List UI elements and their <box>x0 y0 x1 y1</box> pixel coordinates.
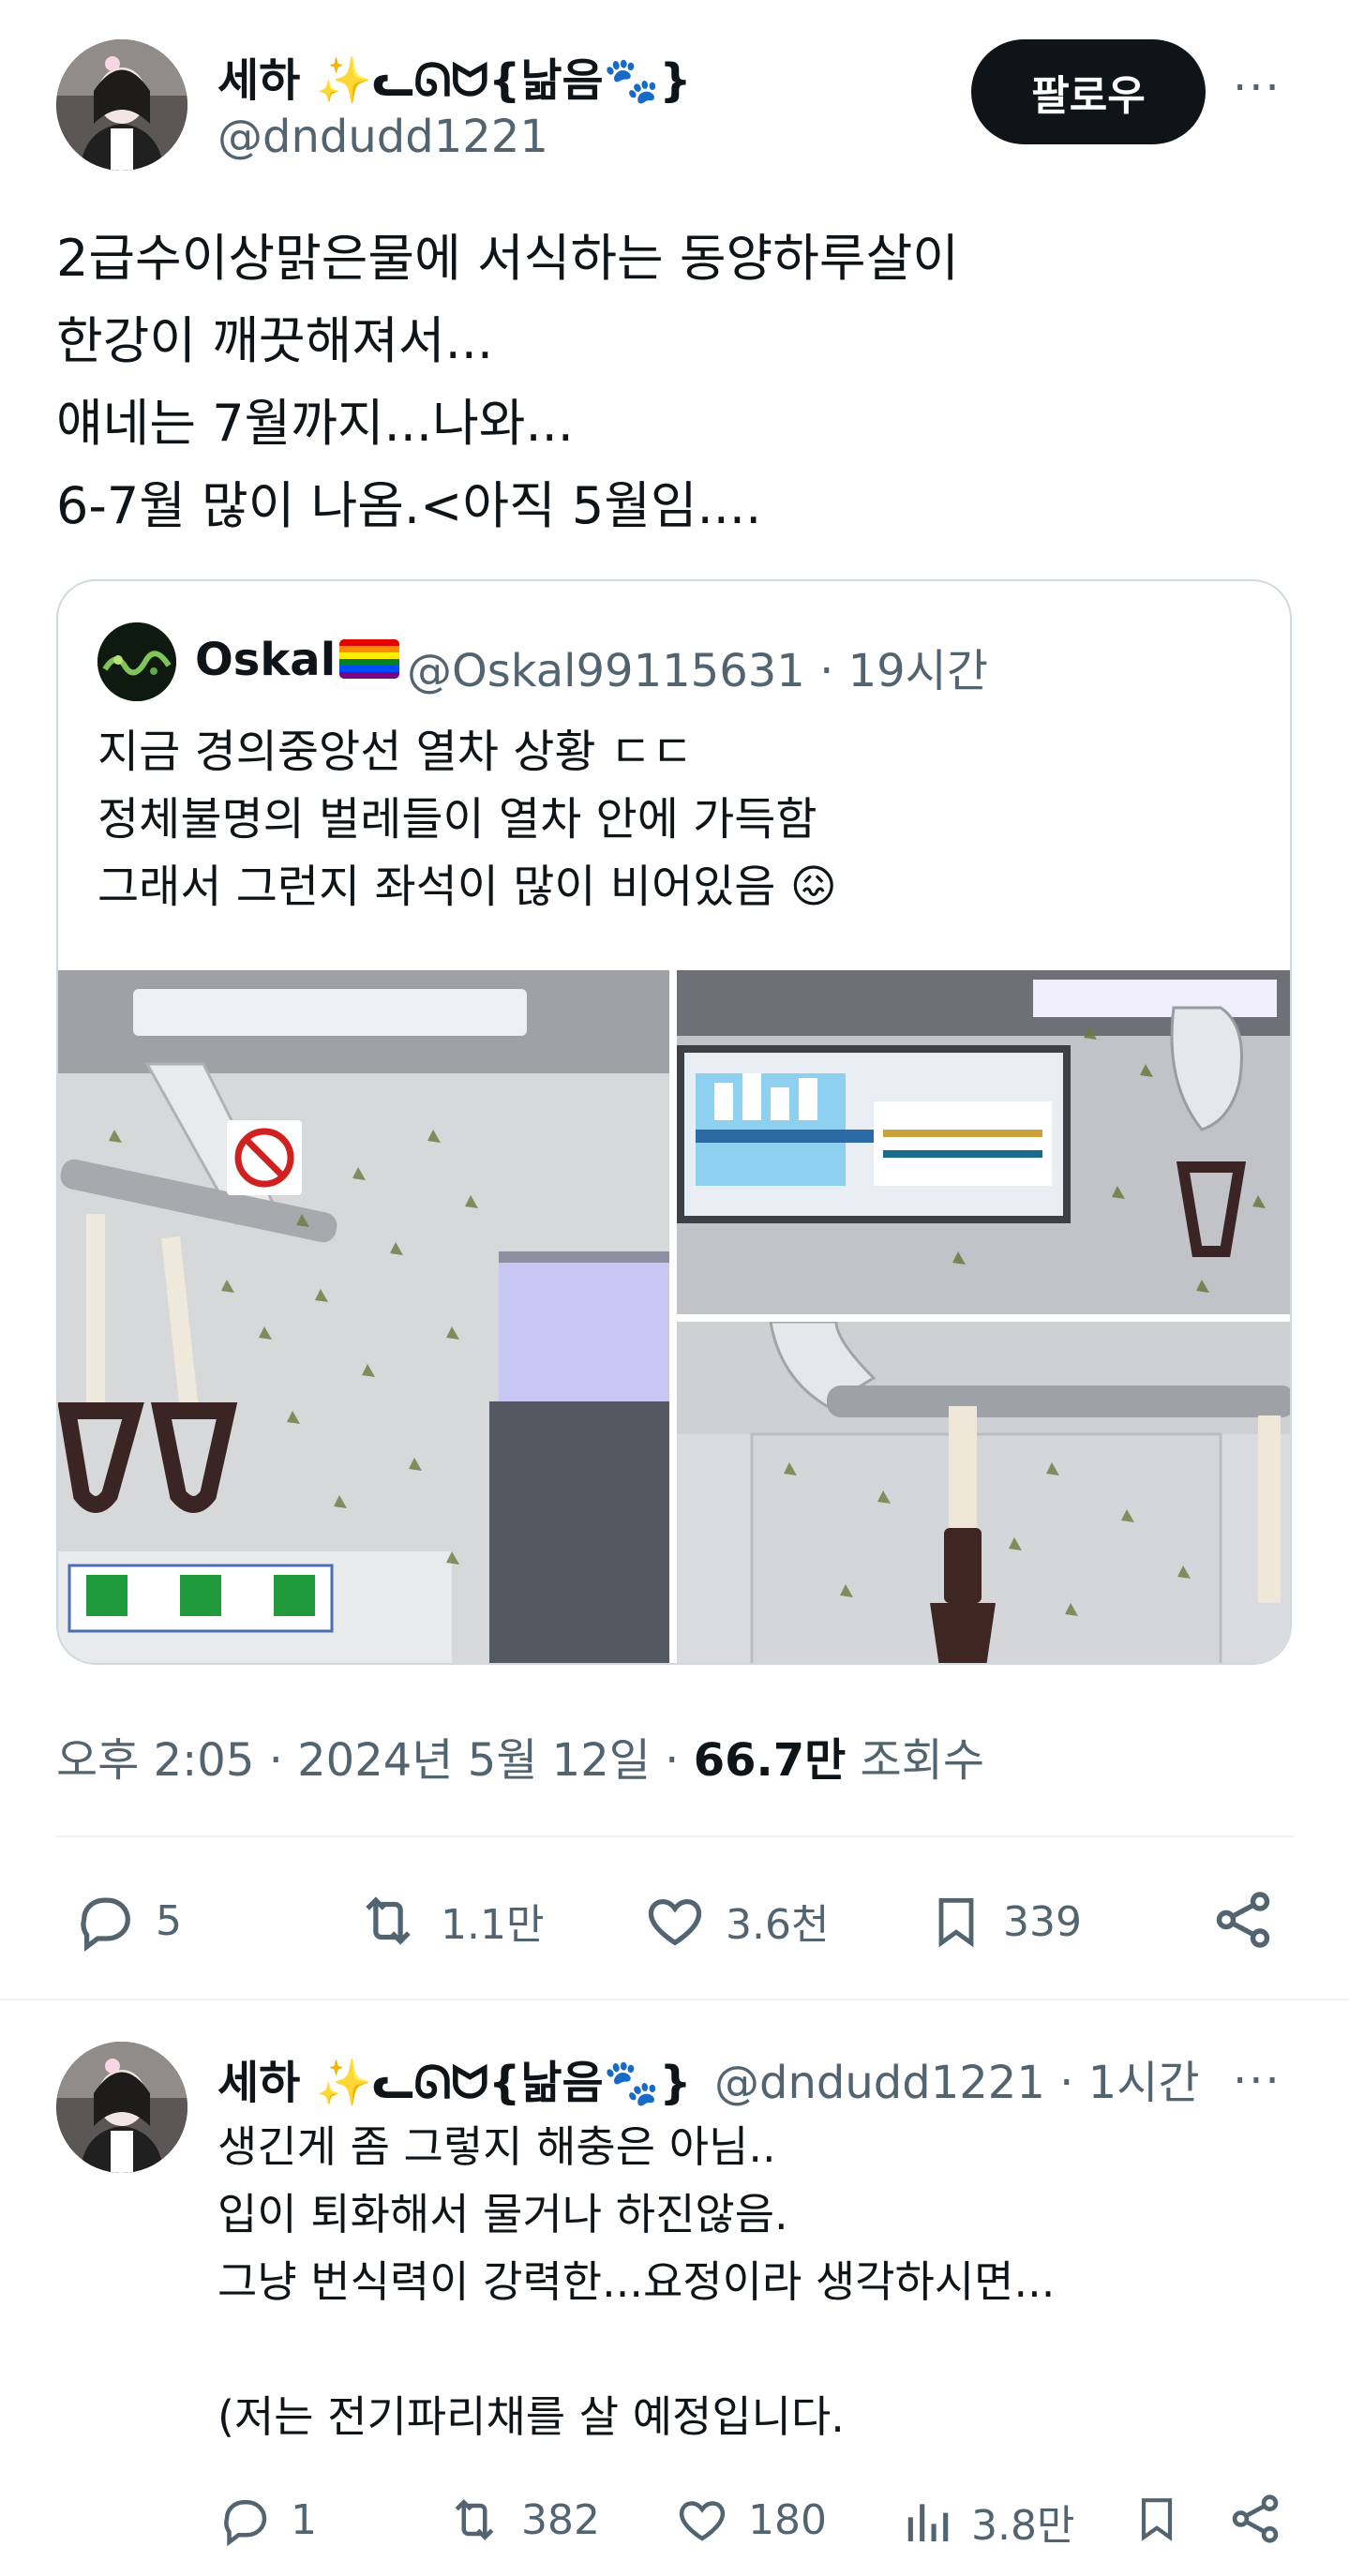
follow-button[interactable]: 팔로우 <box>971 39 1206 144</box>
photo-2[interactable] <box>677 970 1290 1314</box>
reply-share-action[interactable] <box>1226 2490 1284 2548</box>
bookmark-action[interactable]: 339 <box>926 1888 1082 1955</box>
share-icon <box>1232 2494 1279 2543</box>
reply-icon <box>224 2500 267 2547</box>
reply-views-count: 3.8만 <box>971 2502 1075 2550</box>
bookmark-icon <box>1141 2498 1173 2541</box>
tweet-text: 2급수이상맑은물에 서식하는 동양하루살이 한강이 깨끗해져서... 얘네는 7… <box>56 229 959 535</box>
reply-views-action[interactable]: 3.8만 <box>902 2492 1074 2552</box>
rainbow-flag-icon <box>339 639 400 679</box>
quoted-handle-time: @Oskal99115631 · 19시간 <box>407 645 988 697</box>
share-icon <box>1216 1892 1270 1948</box>
views-label: 조회수 <box>860 1734 985 1787</box>
retweet-action[interactable]: 1.1만 <box>352 1888 544 1954</box>
retweet-icon <box>455 2499 494 2540</box>
reply-bookmark-action[interactable] <box>1131 2490 1183 2548</box>
author-handle[interactable]: @dndudd1221 <box>217 111 548 163</box>
bookmark-count: 339 <box>1003 1897 1082 1946</box>
author-display-name[interactable]: 세하 ✨ᓚᘏᗢ{낢음🐾} <box>217 43 692 109</box>
author-avatar[interactable] <box>56 39 187 171</box>
reply-author-avatar[interactable] <box>56 2042 187 2173</box>
heart-icon <box>679 2501 726 2541</box>
retweet-icon <box>366 1896 411 1945</box>
analytics-icon <box>907 2504 949 2541</box>
reply-reply-count: 1 <box>291 2495 317 2544</box>
quoted-tweet-card[interactable]: Oskal @Oskal99115631 · 19시간 지금 경의중앙선 열차 … <box>56 579 1292 1665</box>
tweet-timestamp-views[interactable]: 오후 2:05 · 2024년 5월 12일 · 66.7만 조회수 <box>56 1723 984 1789</box>
reply-like-action[interactable]: 180 <box>673 2492 827 2548</box>
heart-icon <box>648 1898 702 1946</box>
quoted-author-avatar <box>97 622 176 701</box>
photo-1[interactable] <box>58 970 669 1663</box>
reply-action[interactable]: 5 <box>73 1888 182 1954</box>
reply-retweet-action[interactable]: 382 <box>444 2492 600 2548</box>
reply-count: 5 <box>156 1896 182 1945</box>
share-action[interactable] <box>1209 1886 1277 1954</box>
reply-text: 생긴게 좀 그렇지 해충은 아님.. 입이 퇴화해서 물거나 하진않음. 그냥 … <box>217 2121 1056 2442</box>
bookmark-icon <box>938 1897 974 1948</box>
like-action[interactable]: 3.6천 <box>641 1888 829 1954</box>
views-count: 66.7만 <box>693 1734 847 1787</box>
reply-display-name[interactable]: 세하 ✨ᓚᘏᗢ{낢음🐾} <box>217 2045 692 2111</box>
reply-like-count: 180 <box>748 2495 827 2544</box>
more-options-icon[interactable]: ··· <box>1233 62 1282 114</box>
section-divider <box>0 1999 1349 2000</box>
photo-3[interactable] <box>677 1322 1290 1663</box>
reply-more-options-icon[interactable]: ··· <box>1233 2055 1282 2107</box>
reply-retweet-count: 382 <box>521 2495 600 2544</box>
like-count: 3.6천 <box>726 1901 830 1949</box>
reply-icon <box>81 1897 130 1952</box>
quoted-display-name: Oskal <box>195 634 400 686</box>
retweet-count: 1.1만 <box>441 1901 545 1949</box>
divider <box>56 1835 1294 1837</box>
quoted-tweet-text: 지금 경의중앙선 열차 상황 ㄷㄷ 정체불명의 벌레들이 열차 안에 가득함 그… <box>97 726 837 913</box>
reply-reply-action[interactable]: 1 <box>217 2492 317 2548</box>
reply-handle-time[interactable]: @dndudd1221 · 1시간 <box>714 2045 1200 2111</box>
